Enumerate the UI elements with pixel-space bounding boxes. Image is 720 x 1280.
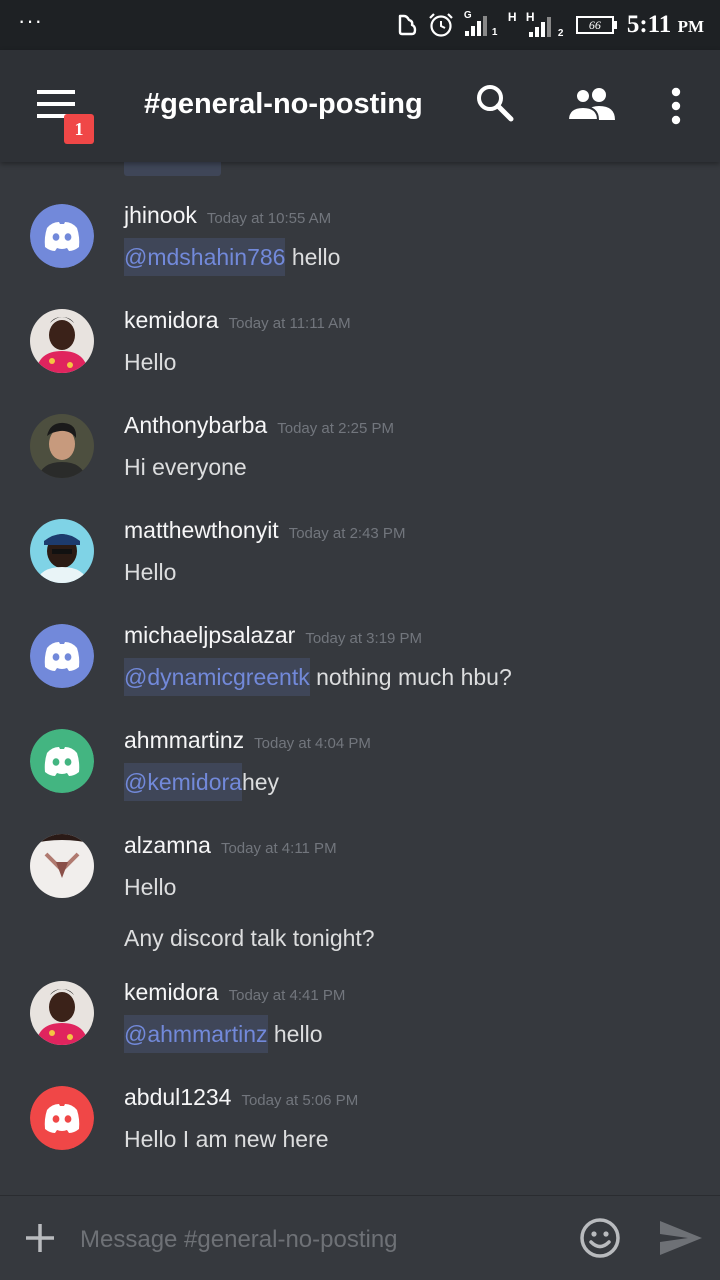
battery-level: 66 (575, 16, 614, 34)
clock-time: 5:11 (626, 11, 672, 38)
message-content: Hi everyone (124, 454, 247, 481)
message-content: Hello (124, 349, 176, 376)
message-text: Hello (124, 559, 177, 585)
send-icon (660, 1221, 702, 1255)
discord-logo-icon (30, 624, 94, 688)
message-text: hello (267, 1021, 323, 1047)
member-list-button[interactable] (566, 86, 618, 127)
avatar[interactable] (30, 1086, 94, 1150)
channel-title: #general-no-posting (144, 88, 423, 120)
hamburger-menu-button[interactable]: 1 (30, 78, 100, 144)
attach-button[interactable] (24, 1222, 56, 1259)
message-timestamp: Today at 10:55 AM (206, 210, 332, 227)
message-followup-text: Any discord talk tonight? (124, 925, 375, 951)
message-content: @kemidorahey (124, 763, 280, 801)
avatar[interactable] (30, 729, 94, 793)
message-content: Hello (124, 559, 176, 586)
message-timestamp: Today at 2:25 PM (277, 420, 394, 437)
message-author[interactable]: jhinook (124, 202, 197, 228)
emoji-button[interactable] (579, 1217, 621, 1264)
message-text: hey (241, 769, 280, 795)
message-timestamp: Today at 2:43 PM (288, 525, 406, 542)
message-author[interactable]: kemidora (124, 307, 219, 333)
avatar[interactable] (30, 981, 94, 1045)
message-author[interactable]: alzamna (124, 832, 211, 858)
channel-toolbar: 1 #general-no-posting (0, 50, 720, 162)
message-timestamp: Today at 4:11 PM (220, 840, 337, 857)
message-list[interactable]: jhinook Today at 10:55 AM @mdshahin786 he… (0, 162, 720, 1195)
message-author[interactable]: Anthonybarba (124, 412, 267, 438)
search-icon (477, 85, 514, 122)
message-text: Hello (124, 874, 177, 900)
message-content: @dynamicgreentk nothing much hbu? (124, 658, 512, 696)
user-photo-icon (30, 981, 94, 1045)
message-author[interactable]: michaeljpsalazar (124, 622, 295, 648)
user-mention[interactable]: @mdshahin786 (124, 238, 286, 276)
user-photo-icon (30, 414, 94, 478)
members-icon (566, 88, 615, 121)
message-input[interactable] (80, 1222, 560, 1258)
signal-bars-icon (464, 16, 487, 36)
avatar[interactable] (30, 834, 94, 898)
sim2-signal: H H 2 (508, 10, 566, 40)
message-timestamp: Today at 4:41 PM (228, 987, 346, 1004)
message-content: @mdshahin786 hello (124, 238, 341, 276)
user-mention[interactable]: @dynamicgreentk (124, 658, 310, 696)
clipped-mention (124, 162, 221, 176)
discord-logo-icon (30, 204, 94, 268)
search-button[interactable] (474, 82, 516, 129)
avatar[interactable] (30, 414, 94, 478)
avatar[interactable] (30, 309, 94, 373)
message-author[interactable]: kemidora (124, 979, 219, 1005)
notification-dots-icon: ··· (18, 8, 43, 33)
signal-bars-icon (528, 17, 551, 37)
message-text: hello (285, 244, 341, 270)
avatar[interactable] (30, 204, 94, 268)
battery-icon: 66 (575, 16, 617, 34)
notification-badge: 1 (64, 114, 94, 144)
message-text: nothing much hbu? (309, 664, 512, 690)
message-content: Hello (124, 874, 176, 901)
user-mention[interactable]: @ahmmartinz (124, 1015, 268, 1053)
discord-logo-icon (30, 729, 94, 793)
message-author[interactable]: ahmmartinz (124, 727, 244, 753)
status-icons: G 1 H H 2 66 5:11 PM (396, 0, 704, 50)
message-timestamp: Today at 5:06 PM (241, 1092, 359, 1109)
message-timestamp: Today at 11:11 AM (228, 315, 351, 332)
sim2-slot: 2 (557, 28, 564, 39)
message-text: Hello I am new here (124, 1126, 329, 1152)
clock: 5:11 PM (627, 11, 704, 39)
more-options-button[interactable] (662, 86, 690, 131)
sim1-slot: 1 (491, 27, 498, 38)
plus-icon (26, 1224, 54, 1252)
message-composer (0, 1195, 720, 1280)
message-content: @ahmmartinz hello (124, 1015, 323, 1053)
smiley-icon (580, 1218, 620, 1258)
message-text: Hello (124, 349, 177, 375)
user-photo-icon (30, 309, 94, 373)
data-saver-icon (398, 14, 417, 36)
clock-ampm: PM (677, 17, 704, 36)
avatar[interactable] (30, 624, 94, 688)
message-author[interactable]: matthewthonyit (124, 517, 279, 543)
user-photo-icon (30, 834, 94, 898)
more-vertical-icon (671, 87, 681, 125)
message-timestamp: Today at 3:19 PM (305, 630, 423, 647)
message-text: Hi everyone (124, 454, 247, 480)
user-mention[interactable]: @kemidora (124, 763, 242, 801)
sim1-signal: G 1 (464, 10, 498, 40)
send-button[interactable] (658, 1218, 704, 1263)
avatar[interactable] (30, 519, 94, 583)
sim2-network-type: H (507, 10, 517, 24)
message-content: Hello I am new here (124, 1126, 329, 1153)
user-photo-icon (30, 519, 94, 583)
message-timestamp: Today at 4:04 PM (254, 735, 371, 752)
message-author[interactable]: abdul1234 (124, 1084, 231, 1110)
status-bar: ··· G 1 H H 2 66 5:11 PM (0, 0, 720, 50)
alarm-clock-icon (429, 13, 453, 37)
discord-logo-icon (30, 1086, 94, 1150)
